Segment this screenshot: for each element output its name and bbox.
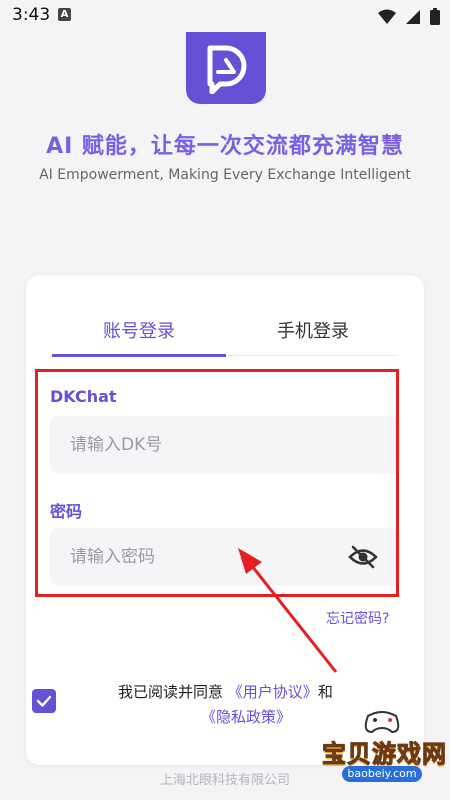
wifi-icon (377, 9, 396, 24)
signal-icon (405, 9, 420, 24)
tab-account-login[interactable]: 账号登录 (52, 317, 226, 343)
agreement-text: 我已阅读并同意 《用户协议》和 (118, 681, 333, 702)
user-agreement-link[interactable]: 《用户协议》 (228, 683, 318, 701)
status-time: 3:43 (12, 5, 51, 25)
slogan-chinese: AI 赋能，让每一次交流都充满智慧 (46, 134, 404, 159)
eye-off-icon[interactable] (348, 545, 378, 569)
login-card: 账号登录 手机登录 DKChat 密码 忘记密码? 我已阅读并同意 《用户协议》… (26, 275, 424, 765)
battery-icon (430, 8, 440, 25)
account-label: DKChat (50, 387, 117, 406)
agreement-prefix: 我已阅读并同意 (118, 683, 224, 701)
watermark-url: baobeiy.com (342, 766, 422, 782)
system-icons (374, 6, 440, 25)
status-bar: 3:43 A (0, 0, 450, 32)
account-input[interactable] (50, 416, 400, 474)
site-watermark: 宝贝游戏网 baobeiy.com (318, 704, 448, 796)
privacy-policy-link[interactable]: 《隐私政策》 (201, 708, 291, 726)
tab-phone-login[interactable]: 手机登录 (226, 317, 400, 343)
slogan-english: AI Empowerment, Making Every Exchange In… (39, 167, 411, 183)
dkchat-logo-icon (207, 45, 247, 94)
agreement-checkbox[interactable] (32, 689, 56, 713)
gamepad-icon (364, 711, 400, 734)
notification-badge-label: A (60, 9, 69, 20)
watermark-title: 宝贝游戏网 (322, 740, 447, 769)
notification-badge-icon: A (58, 8, 71, 21)
forgot-password-link[interactable]: 忘记密码? (326, 608, 389, 628)
tab-active-indicator (52, 354, 226, 357)
agreement-and: 和 (317, 683, 333, 701)
checkmark-icon (36, 695, 52, 707)
agreement-text-line2: 《隐私政策》 (201, 706, 291, 727)
app-logo (186, 32, 266, 104)
password-label: 密码 (50, 502, 83, 521)
